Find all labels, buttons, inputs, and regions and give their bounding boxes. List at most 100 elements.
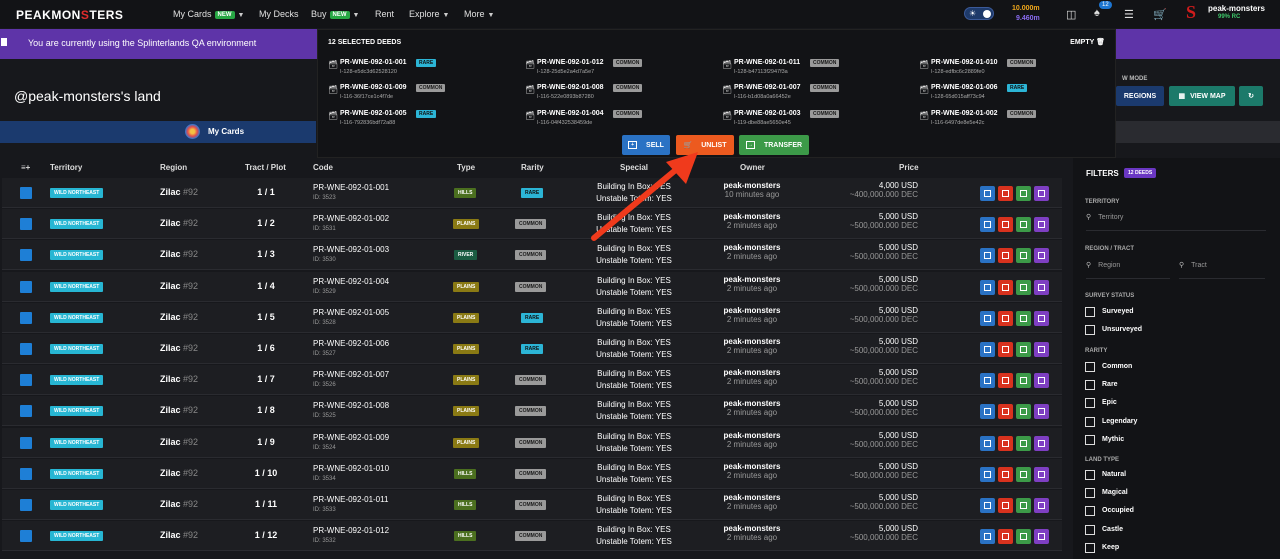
details-row-button[interactable] [1034,498,1049,513]
region-input[interactable]: ⚲ Region [1086,261,1170,279]
sell-row-button[interactable] [980,466,995,482]
unlist-row-button[interactable] [998,435,1013,451]
details-row-button[interactable] [1034,466,1049,482]
row-checkbox[interactable] [20,311,32,324]
details-row-button[interactable] [1034,373,1049,389]
header-tract-plot[interactable]: Tract / Plot [245,163,286,172]
filter-checkbox[interactable] [1085,488,1095,499]
unlist-row-button[interactable] [998,217,1013,233]
sell-row-button[interactable] [980,342,995,357]
unlist-row-button[interactable] [998,404,1013,420]
my-cards-label[interactable]: My Cards [208,127,244,136]
transfer-row-button[interactable] [1016,217,1031,233]
header-code[interactable]: Code [313,163,333,172]
bell-icon[interactable]: ♠ [1094,7,1100,19]
row-checkbox[interactable] [20,499,32,511]
cart-icon[interactable]: 🛒 [1153,8,1167,21]
unlist-row-button[interactable] [998,529,1013,545]
selected-deed[interactable]: 🗃 PR-WNE-092-01-004 COMMON I-116-04f4325384… [525,110,715,132]
nav-buy[interactable]: Buy NEW ▼ [311,9,359,19]
unlist-row-button[interactable] [998,279,1013,295]
selected-deed[interactable]: 🗃 PR-WNE-092-01-012 COMMON I-128-25d5e2a4d7… [525,59,715,81]
tract-input[interactable]: ⚲ Tract [1179,261,1265,279]
layers-icon[interactable]: ☰ [1124,8,1134,21]
header-type[interactable]: Type [457,163,475,172]
transfer-row-button[interactable] [1016,310,1031,326]
filter-checkbox[interactable] [1085,434,1095,445]
filter-checkbox[interactable] [1085,362,1095,372]
details-row-button[interactable] [1034,435,1049,451]
filter-checkbox[interactable] [1085,398,1095,409]
sell-row-button[interactable] [980,248,995,264]
territory-input[interactable]: ⚲ Territory [1086,213,1266,231]
transfer-row-button[interactable] [1016,498,1031,513]
transfer-row-button[interactable] [1016,279,1031,295]
row-checkbox[interactable] [20,436,32,449]
selected-deed[interactable]: 🗃 PR-WNE-092-01-001 RARE I-128-e5dc3d625281… [328,59,518,81]
nav-more[interactable]: More ▼ [464,9,494,19]
refresh-button[interactable]: ↻ [1239,86,1263,106]
unlist-row-button[interactable] [998,342,1013,357]
sell-row-button[interactable] [980,279,995,295]
filter-checkbox[interactable] [1085,307,1095,317]
nav-rent[interactable]: Rent [375,9,394,19]
header-owner[interactable]: Owner [740,163,765,172]
avatar[interactable]: S [1184,2,1202,24]
header-region[interactable]: Region [160,163,187,172]
header-price[interactable]: Price [899,163,919,172]
username[interactable]: peak-monsters [1208,4,1265,13]
sell-row-button[interactable] [980,435,995,451]
details-row-button[interactable] [1034,310,1049,326]
selected-deed[interactable]: 🗃 PR-WNE-092-01-005 RARE I-116-792836bdf72a… [328,110,518,132]
selected-deed[interactable]: 🗃 PR-WNE-092-01-003 COMMON I-119-dbe88ae565… [722,110,912,132]
details-row-button[interactable] [1034,186,1049,201]
header-territory[interactable]: Territory [50,163,82,172]
filter-checkbox[interactable] [1085,524,1095,535]
transfer-row-button[interactable] [1016,373,1031,389]
selected-deed[interactable]: 🗃 PR-WNE-092-01-010 COMMON I-128-edfbc6c288… [919,59,1109,81]
regions-button[interactable]: REGIONS [1116,86,1164,106]
row-checkbox[interactable] [20,467,32,480]
details-row-button[interactable] [1034,529,1049,545]
unlist-row-button[interactable] [998,466,1013,482]
details-row-button[interactable] [1034,404,1049,420]
row-checkbox[interactable] [20,249,32,262]
row-checkbox[interactable] [20,343,32,355]
unlist-row-button[interactable] [998,373,1013,389]
details-row-button[interactable] [1034,342,1049,357]
filter-checkbox[interactable] [1085,325,1095,335]
details-row-button[interactable] [1034,279,1049,295]
nav-explore[interactable]: Explore ▼ [409,9,449,19]
unlist-row-button[interactable] [998,498,1013,513]
filter-checkbox[interactable] [1085,542,1095,553]
transfer-row-button[interactable] [1016,248,1031,264]
filter-checkbox[interactable] [1085,470,1095,480]
filter-checkbox[interactable] [1085,416,1095,427]
filter-checkbox[interactable] [1085,380,1095,391]
selected-deed[interactable]: 🗃 PR-WNE-092-01-011 COMMON I-128-b47113f294… [722,59,912,81]
sell-row-button[interactable] [980,529,995,545]
sell-row-button[interactable] [980,310,995,326]
view-map-button[interactable]: ▦ VIEW MAP [1169,86,1235,106]
row-checkbox[interactable] [20,187,32,199]
selected-deed[interactable]: 🗃 PR-WNE-092-01-009 COMMON I-116-36f17ce1c4… [328,84,518,106]
row-checkbox[interactable] [20,374,32,387]
logo[interactable]: PEAKMONSTERS [16,8,123,22]
sell-row-button[interactable] [980,217,995,233]
selected-deed[interactable]: 🗃 PR-WNE-092-01-006 RARE I-128-65d015aff73c… [919,84,1109,106]
table-settings-icon[interactable]: ≡+ [21,163,30,172]
nav-my-cards[interactable]: My Cards NEW ▼ [173,9,244,19]
filter-checkbox[interactable] [1085,506,1095,517]
selected-deed[interactable]: 🗃 PR-WNE-092-01-002 COMMON I-116-6497de8e5e… [919,110,1109,132]
row-checkbox[interactable] [20,280,32,293]
sell-row-button[interactable] [980,498,995,513]
my-cards-bar[interactable] [0,121,316,143]
row-checkbox[interactable] [20,530,32,543]
transfer-row-button[interactable] [1016,342,1031,357]
details-row-button[interactable] [1034,217,1049,233]
row-checkbox[interactable] [20,218,32,231]
empty-button[interactable]: EMPTY 🗑 [1070,38,1105,46]
sell-row-button[interactable] [980,373,995,389]
transfer-row-button[interactable] [1016,435,1031,451]
row-checkbox[interactable] [20,405,32,418]
